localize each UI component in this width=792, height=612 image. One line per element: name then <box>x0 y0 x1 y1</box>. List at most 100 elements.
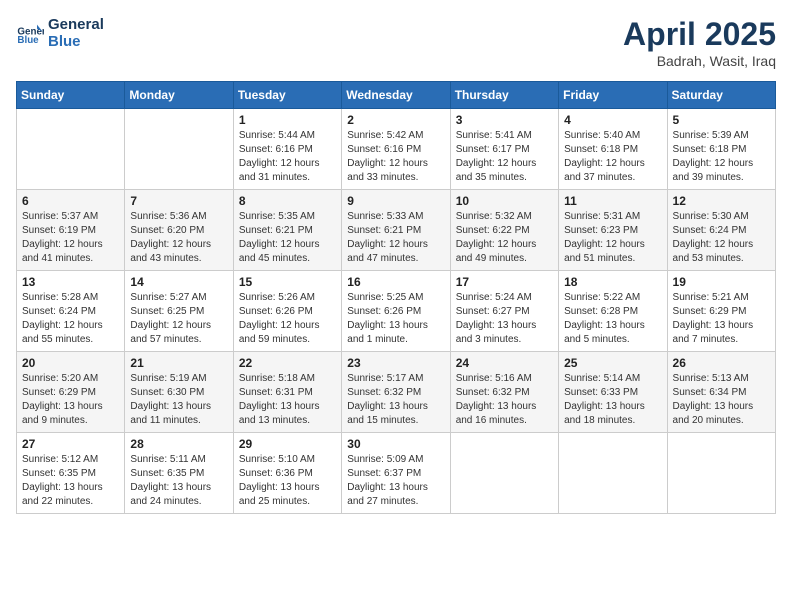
week-row-2: 6 Sunrise: 5:37 AM Sunset: 6:19 PM Daylig… <box>17 190 776 271</box>
calendar-cell: 13Sunrise: 5:28 AM Sunset: 6:24 PM Dayli… <box>17 271 125 352</box>
svg-text:Blue: Blue <box>17 35 39 46</box>
day-number: 17 <box>456 275 553 289</box>
calendar-cell: 30 Sunrise: 5:09 AM Sunset: 6:37 PM Dayli… <box>342 433 450 514</box>
calendar-cell: 1Sunrise: 5:44 AM Sunset: 6:16 PM Daylig… <box>233 109 341 190</box>
day-info: Sunrise: 5:41 AM Sunset: 6:17 PM Dayligh… <box>456 129 553 185</box>
day-number: 9 <box>347 194 444 208</box>
day-number: 28 <box>130 437 227 451</box>
week-row-4: 20 Sunrise: 5:20 AM Sunset: 6:29 PM Dayli… <box>17 352 776 433</box>
calendar-cell: 14 Sunrise: 5:27 AM Sunset: 6:25 PM Dayli… <box>125 271 233 352</box>
day-number: 24 <box>456 356 553 370</box>
logo-line1: General <box>48 16 104 33</box>
day-info: Sunrise: 5:12 AM Sunset: 6:35 PM Dayligh… <box>22 453 119 509</box>
day-header-sunday: Sunday <box>17 82 125 109</box>
calendar-cell: 23Sunrise: 5:17 AM Sunset: 6:32 PM Dayli… <box>342 352 450 433</box>
day-info: Sunrise: 5:33 AM Sunset: 6:21 PM Dayligh… <box>347 210 444 266</box>
calendar-cell: 19 Sunrise: 5:21 AM Sunset: 6:29 PM Dayli… <box>667 271 775 352</box>
day-number: 14 <box>130 275 227 289</box>
day-info: Sunrise: 5:42 AM Sunset: 6:16 PM Dayligh… <box>347 129 444 185</box>
day-info: Sunrise: 5:18 AM Sunset: 6:31 PM Dayligh… <box>239 372 336 428</box>
day-number: 6 <box>22 194 119 208</box>
day-info: Sunrise: 5:44 AM Sunset: 6:16 PM Dayligh… <box>239 129 336 185</box>
calendar-cell: 20 Sunrise: 5:20 AM Sunset: 6:29 PM Dayli… <box>17 352 125 433</box>
day-number: 29 <box>239 437 336 451</box>
logo: General Blue General Blue <box>16 16 104 50</box>
calendar: SundayMondayTuesdayWednesdayThursdayFrid… <box>16 81 776 514</box>
day-info: Sunrise: 5:24 AM Sunset: 6:27 PM Dayligh… <box>456 291 553 347</box>
calendar-cell: 24 Sunrise: 5:16 AM Sunset: 6:32 PM Dayli… <box>450 352 558 433</box>
calendar-cell <box>667 433 775 514</box>
day-number: 15 <box>239 275 336 289</box>
calendar-cell <box>17 109 125 190</box>
calendar-cell <box>559 433 667 514</box>
day-number: 7 <box>130 194 227 208</box>
week-row-3: 13Sunrise: 5:28 AM Sunset: 6:24 PM Dayli… <box>17 271 776 352</box>
day-info: Sunrise: 5:20 AM Sunset: 6:29 PM Dayligh… <box>22 372 119 428</box>
day-info: Sunrise: 5:09 AM Sunset: 6:37 PM Dayligh… <box>347 453 444 509</box>
day-info: Sunrise: 5:21 AM Sunset: 6:29 PM Dayligh… <box>673 291 770 347</box>
week-row-5: 27Sunrise: 5:12 AM Sunset: 6:35 PM Dayli… <box>17 433 776 514</box>
day-number: 20 <box>22 356 119 370</box>
calendar-cell: 6 Sunrise: 5:37 AM Sunset: 6:19 PM Daylig… <box>17 190 125 271</box>
day-info: Sunrise: 5:28 AM Sunset: 6:24 PM Dayligh… <box>22 291 119 347</box>
day-number: 8 <box>239 194 336 208</box>
calendar-cell: 12 Sunrise: 5:30 AM Sunset: 6:24 PM Dayli… <box>667 190 775 271</box>
calendar-cell: 17 Sunrise: 5:24 AM Sunset: 6:27 PM Dayli… <box>450 271 558 352</box>
subtitle: Badrah, Wasit, Iraq <box>623 53 776 69</box>
calendar-cell: 18 Sunrise: 5:22 AM Sunset: 6:28 PM Dayli… <box>559 271 667 352</box>
calendar-cell: 7 Sunrise: 5:36 AM Sunset: 6:20 PM Daylig… <box>125 190 233 271</box>
day-header-wednesday: Wednesday <box>342 82 450 109</box>
calendar-cell: 29Sunrise: 5:10 AM Sunset: 6:36 PM Dayli… <box>233 433 341 514</box>
calendar-cell: 9 Sunrise: 5:33 AM Sunset: 6:21 PM Daylig… <box>342 190 450 271</box>
logo-line2: Blue <box>48 33 104 50</box>
day-number: 26 <box>673 356 770 370</box>
day-number: 19 <box>673 275 770 289</box>
day-number: 5 <box>673 113 770 127</box>
calendar-cell <box>125 109 233 190</box>
day-info: Sunrise: 5:35 AM Sunset: 6:21 PM Dayligh… <box>239 210 336 266</box>
calendar-cell: 22Sunrise: 5:18 AM Sunset: 6:31 PM Dayli… <box>233 352 341 433</box>
day-info: Sunrise: 5:30 AM Sunset: 6:24 PM Dayligh… <box>673 210 770 266</box>
calendar-cell: 2 Sunrise: 5:42 AM Sunset: 6:16 PM Daylig… <box>342 109 450 190</box>
day-header-saturday: Saturday <box>667 82 775 109</box>
calendar-cell: 15 Sunrise: 5:26 AM Sunset: 6:26 PM Dayli… <box>233 271 341 352</box>
day-header-tuesday: Tuesday <box>233 82 341 109</box>
day-info: Sunrise: 5:39 AM Sunset: 6:18 PM Dayligh… <box>673 129 770 185</box>
week-row-1: 1Sunrise: 5:44 AM Sunset: 6:16 PM Daylig… <box>17 109 776 190</box>
day-number: 12 <box>673 194 770 208</box>
day-info: Sunrise: 5:17 AM Sunset: 6:32 PM Dayligh… <box>347 372 444 428</box>
calendar-cell: 16 Sunrise: 5:25 AM Sunset: 6:26 PM Dayli… <box>342 271 450 352</box>
day-info: Sunrise: 5:19 AM Sunset: 6:30 PM Dayligh… <box>130 372 227 428</box>
calendar-cell: 3Sunrise: 5:41 AM Sunset: 6:17 PM Daylig… <box>450 109 558 190</box>
calendar-cell: 21 Sunrise: 5:19 AM Sunset: 6:30 PM Dayli… <box>125 352 233 433</box>
day-info: Sunrise: 5:27 AM Sunset: 6:25 PM Dayligh… <box>130 291 227 347</box>
calendar-cell: 4 Sunrise: 5:40 AM Sunset: 6:18 PM Daylig… <box>559 109 667 190</box>
calendar-cell: 27Sunrise: 5:12 AM Sunset: 6:35 PM Dayli… <box>17 433 125 514</box>
day-info: Sunrise: 5:11 AM Sunset: 6:35 PM Dayligh… <box>130 453 227 509</box>
day-info: Sunrise: 5:40 AM Sunset: 6:18 PM Dayligh… <box>564 129 661 185</box>
day-info: Sunrise: 5:22 AM Sunset: 6:28 PM Dayligh… <box>564 291 661 347</box>
day-number: 16 <box>347 275 444 289</box>
main-title: April 2025 <box>623 16 776 53</box>
calendar-cell <box>450 433 558 514</box>
calendar-cell: 28 Sunrise: 5:11 AM Sunset: 6:35 PM Dayli… <box>125 433 233 514</box>
calendar-cell: 10 Sunrise: 5:32 AM Sunset: 6:22 PM Dayli… <box>450 190 558 271</box>
day-info: Sunrise: 5:31 AM Sunset: 6:23 PM Dayligh… <box>564 210 661 266</box>
day-info: Sunrise: 5:26 AM Sunset: 6:26 PM Dayligh… <box>239 291 336 347</box>
day-number: 21 <box>130 356 227 370</box>
day-info: Sunrise: 5:32 AM Sunset: 6:22 PM Dayligh… <box>456 210 553 266</box>
day-number: 30 <box>347 437 444 451</box>
logo-icon: General Blue <box>16 19 44 47</box>
day-number: 2 <box>347 113 444 127</box>
day-number: 25 <box>564 356 661 370</box>
day-number: 11 <box>564 194 661 208</box>
calendar-cell: 25Sunrise: 5:14 AM Sunset: 6:33 PM Dayli… <box>559 352 667 433</box>
day-header-monday: Monday <box>125 82 233 109</box>
day-info: Sunrise: 5:37 AM Sunset: 6:19 PM Dayligh… <box>22 210 119 266</box>
day-number: 10 <box>456 194 553 208</box>
day-info: Sunrise: 5:16 AM Sunset: 6:32 PM Dayligh… <box>456 372 553 428</box>
day-info: Sunrise: 5:36 AM Sunset: 6:20 PM Dayligh… <box>130 210 227 266</box>
day-number: 18 <box>564 275 661 289</box>
day-info: Sunrise: 5:25 AM Sunset: 6:26 PM Dayligh… <box>347 291 444 347</box>
day-number: 4 <box>564 113 661 127</box>
